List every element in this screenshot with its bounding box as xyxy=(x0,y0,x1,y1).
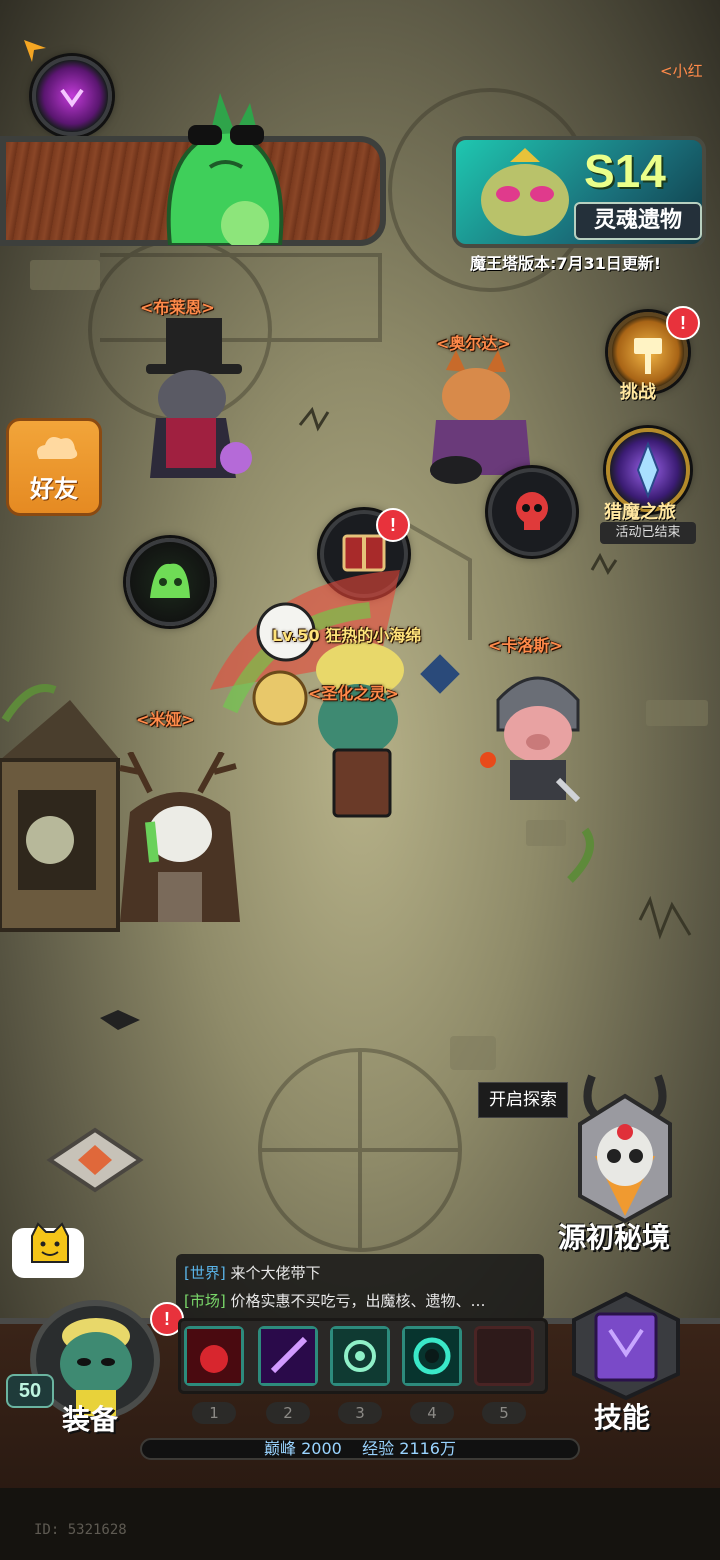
season-number: S14 xyxy=(584,145,666,197)
player-id: ID: 5321628 xyxy=(34,1522,127,1538)
chat-line: [世界] 来个大佬带下 xyxy=(184,1262,321,1283)
slot-number: 2 xyxy=(266,1402,310,1424)
slot-number: 4 xyxy=(410,1402,454,1424)
smiley-cat-icon xyxy=(31,1222,69,1263)
void-portal-button[interactable] xyxy=(32,56,112,136)
portal-rune-icon xyxy=(60,88,84,108)
chat-text: 来个大佬带下 xyxy=(230,1264,321,1282)
origin-realm-label: 源初秘境 xyxy=(558,1221,671,1254)
green-monster-mascot[interactable] xyxy=(150,85,300,245)
spirit-flower-skill-icon xyxy=(333,1329,387,1383)
player-level-badge: 50 xyxy=(6,1374,54,1408)
friends-button[interactable]: 好友 xyxy=(6,418,102,516)
skills-label: 技能 xyxy=(594,1401,651,1434)
npc-tophat-wolf[interactable] xyxy=(126,318,256,483)
game-scene[interactable]: S14 灵魂遗物 魔王塔版本:7月31日更新! <小红 ! 挑战 猎魔之旅 活动… xyxy=(0,0,720,1560)
explore-tooltip: 开启探索 xyxy=(478,1082,568,1118)
red-skull-icon xyxy=(516,492,548,530)
soul-relic-boss-icon xyxy=(481,148,569,236)
version-notice: 魔王塔版本:7月31日更新! xyxy=(470,254,662,273)
pet-name-label: <圣化之灵> xyxy=(308,684,399,703)
chat-channel: [市场] xyxy=(184,1292,226,1310)
chat-channel: [世界] xyxy=(184,1264,226,1282)
skills-button[interactable] xyxy=(566,1290,686,1400)
challenge-alert-badge: ! xyxy=(666,306,700,340)
skull-event-button[interactable] xyxy=(488,468,576,556)
slot-number: 5 xyxy=(482,1402,526,1424)
skill-slot-5[interactable] xyxy=(474,1326,534,1386)
exp-value: 2116万 xyxy=(399,1439,456,1458)
hunt-journey-label: 猎魔之旅 xyxy=(604,502,676,523)
blood-drop-skill-icon xyxy=(187,1329,241,1383)
skill-slot-1[interactable] xyxy=(184,1326,244,1386)
skill-slot-3[interactable] xyxy=(330,1326,390,1386)
crystal-wings-icon xyxy=(636,441,660,499)
exp-bar-text: 巅峰 2000 经验 2116万 xyxy=(142,1440,578,1458)
chat-box[interactable]: [世界] 来个大佬带下 [市场] 价格实惠不买吃亏，出魔核、遗物、… xyxy=(176,1254,544,1320)
slot-number: 3 xyxy=(338,1402,382,1424)
slot-number: 1 xyxy=(192,1402,236,1424)
arcane-spear-skill-icon xyxy=(261,1329,315,1383)
vortex-skill-icon xyxy=(405,1329,459,1383)
exp-bar: 巅峰 2000 经验 2116万 xyxy=(140,1438,580,1460)
season-subtitle: 灵魂遗物 xyxy=(574,202,702,240)
season-banner[interactable]: S14 灵魂遗物 xyxy=(452,136,706,248)
skill-slot-4[interactable] xyxy=(402,1326,462,1386)
npc-pig-knight[interactable] xyxy=(478,660,598,810)
player-title: Lv.50 狂热的小海绵 xyxy=(272,626,422,645)
challenge-label: 挑战 xyxy=(620,382,656,403)
equipment-label: 装备 xyxy=(62,1403,119,1436)
npc-name-mia: <米娅> xyxy=(136,710,195,729)
codex-alert-badge: ! xyxy=(376,508,410,542)
npc-label-partial: <小红 xyxy=(660,62,703,80)
exp-label: 经验 xyxy=(362,1439,395,1458)
npc-name-brian: <布莱恩> xyxy=(140,298,215,317)
green-slime-icon xyxy=(150,563,190,598)
peak-value: 2000 xyxy=(301,1439,342,1458)
origin-realm-button[interactable] xyxy=(570,1066,680,1226)
chat-text: 价格实惠不买吃亏，出魔核、遗物、… xyxy=(230,1292,486,1310)
chat-line: [市场] 价格实惠不买吃亏，出魔核、遗物、… xyxy=(184,1290,486,1311)
npc-name-carlos: <卡洛斯> xyxy=(488,636,563,655)
emote-button[interactable] xyxy=(12,1222,84,1278)
hunt-journey-status: 活动已结束 xyxy=(600,522,696,544)
peak-label: 巅峰 xyxy=(263,1439,296,1458)
friends-label: 好友 xyxy=(30,475,78,503)
cloud-icon xyxy=(37,437,78,459)
skill-slot-2[interactable] xyxy=(258,1326,318,1386)
